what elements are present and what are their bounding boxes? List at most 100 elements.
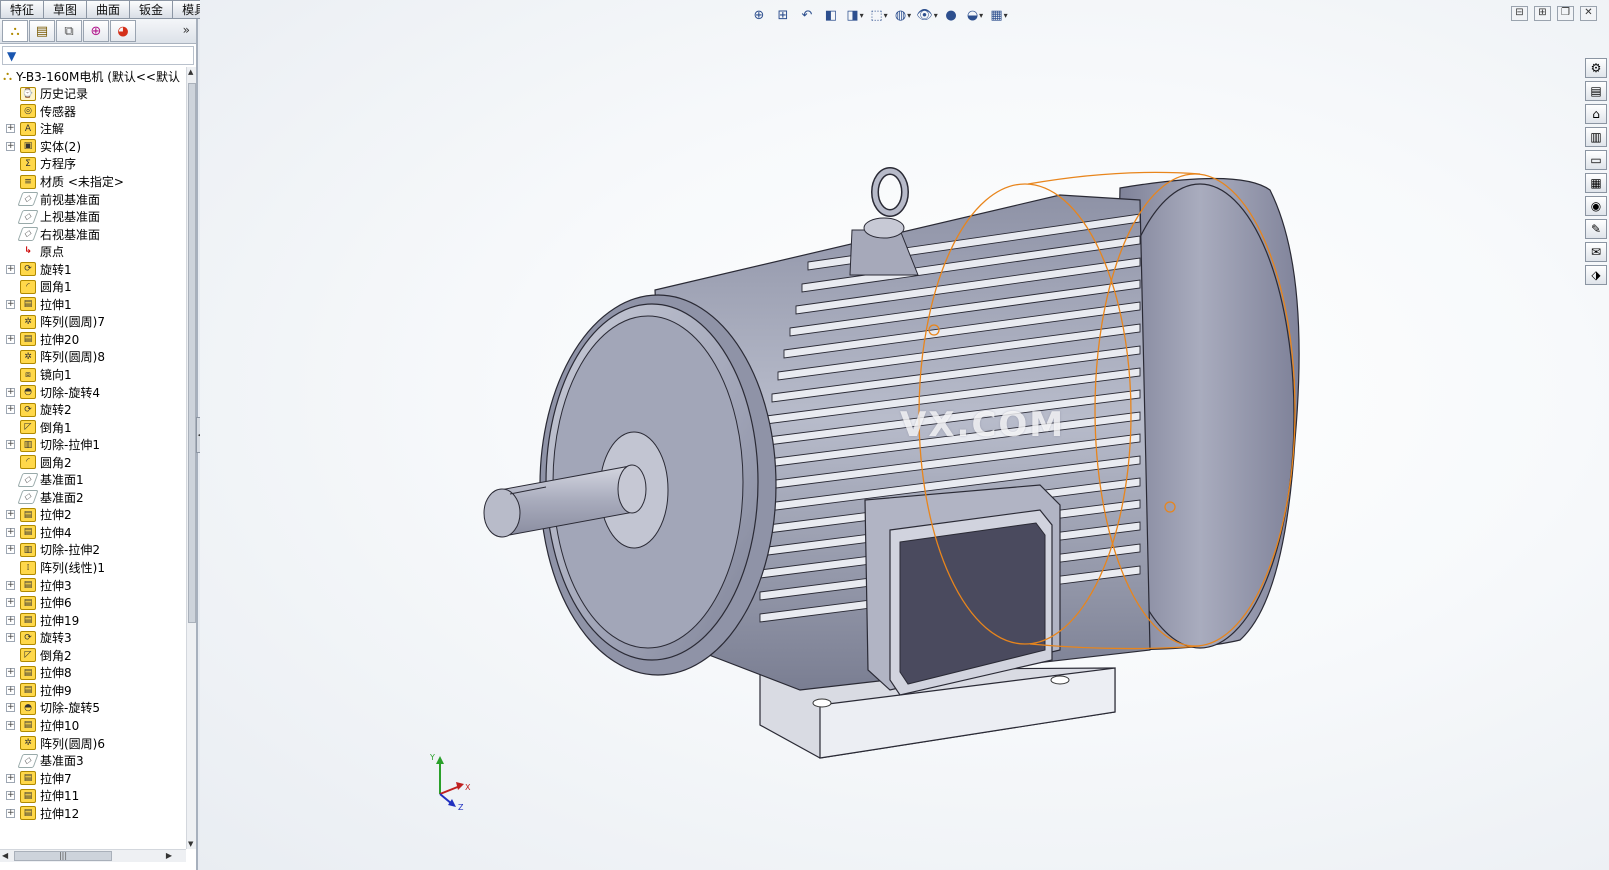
tree-item[interactable]: ◇ 右视基准面 [0, 225, 186, 243]
extrude-icon: ▤ [20, 771, 36, 786]
tree-item[interactable]: + A 注解 [0, 120, 186, 138]
tree-item[interactable]: ◸ 倒角2 [0, 647, 186, 665]
expand-toggle-icon[interactable]: + [6, 668, 15, 678]
expand-toggle-icon[interactable]: + [6, 545, 15, 555]
command-tab[interactable]: 草图 [44, 0, 88, 19]
tree-item[interactable]: ⌚ 历史记录 [0, 85, 186, 103]
display-manager-tab[interactable]: ◕ [110, 20, 136, 42]
expand-toggle-icon[interactable]: + [6, 299, 15, 309]
tree-item[interactable]: ◇ 基准面2 [0, 489, 186, 507]
extrude-icon: ▤ [20, 507, 36, 522]
expand-toggle-icon[interactable]: + [6, 720, 15, 730]
expand-toggle-icon[interactable]: + [6, 773, 15, 783]
watermark-text: VX.COM [900, 405, 1066, 445]
tree-item[interactable]: + ▤ 拉伸20 [0, 331, 186, 349]
tree-item[interactable]: ◇ 上视基准面 [0, 208, 186, 226]
expand-toggle-icon[interactable]: + [6, 580, 15, 590]
tree-item[interactable]: ✲ 阵列(圆周)7 [0, 313, 186, 331]
tree-item-label: 拉伸8 [40, 666, 72, 681]
expand-toggle-icon[interactable]: + [6, 808, 15, 818]
command-tab[interactable]: 特征 [0, 0, 45, 19]
expand-toggle-icon[interactable]: + [6, 334, 15, 344]
expand-toggle-icon[interactable]: + [6, 598, 15, 608]
scroll-left-arrow-icon[interactable]: ◀ [2, 851, 8, 860]
tree-item[interactable]: + ▤ 拉伸6 [0, 594, 186, 612]
tree-item[interactable]: ◇ 基准面1 [0, 471, 186, 489]
tree-item[interactable]: Σ 方程序 [0, 155, 186, 173]
panel-more-button[interactable]: » [183, 23, 190, 37]
triad-y-label: Y [429, 753, 435, 762]
tree-item[interactable]: + ▤ 拉伸9 [0, 682, 186, 700]
dimxpert-manager-tab[interactable]: ⊕ [83, 20, 109, 42]
scrollbar-thumb[interactable] [188, 83, 196, 623]
tree-item[interactable]: + ▤ 拉伸10 [0, 717, 186, 735]
tree-vertical-scrollbar[interactable]: ▲ ▼ [186, 67, 196, 849]
tree-item[interactable]: ◸ 倒角1 [0, 418, 186, 436]
expand-toggle-icon[interactable]: + [6, 264, 15, 274]
part-icon: ⛬ [3, 68, 13, 84]
expand-toggle-icon[interactable]: + [6, 510, 15, 520]
scrollbar-thumb-horizontal[interactable]: ||| [14, 851, 112, 861]
expand-toggle-icon[interactable]: + [6, 141, 15, 151]
expand-toggle-icon[interactable]: + [6, 440, 15, 450]
expand-toggle-icon[interactable]: + [6, 387, 15, 397]
tree-item-label: 材质 <未指定> [40, 175, 124, 189]
tree-filter[interactable]: ▼ [2, 46, 194, 65]
cut-extrude-icon: ▥ [20, 437, 36, 452]
expand-toggle-icon[interactable]: + [6, 633, 15, 643]
tree-item-label: 拉伸20 [40, 332, 80, 347]
tree-item[interactable]: + ▤ 拉伸7 [0, 769, 186, 787]
command-tab[interactable]: 钣金 [130, 0, 174, 19]
expand-toggle-icon[interactable]: + [6, 124, 15, 134]
tree-item-label: 拉伸9 [40, 683, 72, 698]
tree-item[interactable]: + ▣ 实体(2) [0, 138, 186, 156]
tree-horizontal-scrollbar[interactable]: ◀ ||| ▶ [0, 849, 186, 862]
scroll-right-arrow-icon[interactable]: ▶ [166, 851, 172, 860]
tree-item[interactable]: + ▤ 拉伸8 [0, 664, 186, 682]
tree-item[interactable]: + ⟳ 旋转3 [0, 629, 186, 647]
tree-item[interactable]: + ▤ 拉伸11 [0, 787, 186, 805]
scroll-up-arrow-icon[interactable]: ▲ [188, 68, 193, 76]
tree-item[interactable]: + ▤ 拉伸2 [0, 506, 186, 524]
tree-item[interactable]: + ◓ 切除-旋转5 [0, 699, 186, 717]
tree-item[interactable]: ↳ 原点 [0, 243, 186, 261]
tree-item[interactable]: + ▤ 拉伸4 [0, 524, 186, 542]
tree-item[interactable]: + ◓ 切除-旋转4 [0, 383, 186, 401]
tree-item[interactable]: ✲ 阵列(圆周)6 [0, 734, 186, 752]
expand-toggle-icon[interactable]: + [6, 703, 15, 713]
expand-toggle-icon[interactable]: + [6, 791, 15, 801]
tree-item[interactable]: + ▤ 拉伸3 [0, 576, 186, 594]
tree-root[interactable]: ⛬ Y-B3-160M电机 (默认<<默认 [0, 67, 186, 85]
expand-toggle-icon[interactable]: + [6, 615, 15, 625]
expand-toggle-icon[interactable]: + [6, 405, 15, 415]
circular-pattern-icon: ✲ [20, 736, 36, 750]
graphics-area[interactable]: ⊕⊞↶◧◨⬚◍👁●◒▦ ⊟⊞❐✕ ⚙▤⌂▥▭▦◉✎✉⬗ [200, 0, 1609, 870]
mirror-icon: ⧈ [20, 367, 36, 382]
tree-item[interactable]: ⁞ 阵列(线性)1 [0, 559, 186, 577]
tree-item[interactable]: + ▥ 切除-拉伸2 [0, 541, 186, 559]
tree-item[interactable]: ◜ 圆角1 [0, 278, 186, 296]
tree-item-label: 倒角2 [40, 648, 72, 663]
configuration-manager-tab[interactable]: ⧉ [56, 20, 82, 42]
expand-toggle-icon[interactable]: + [6, 527, 15, 537]
tree-item[interactable]: + ⟳ 旋转2 [0, 401, 186, 419]
tree-item[interactable]: ◇ 前视基准面 [0, 190, 186, 208]
tree-item[interactable]: ⧈ 镜向1 [0, 366, 186, 384]
property-manager-tab[interactable]: ▤ [29, 20, 55, 42]
expand-toggle-icon[interactable]: + [6, 685, 15, 695]
tree-item[interactable]: + ▥ 切除-拉伸1 [0, 436, 186, 454]
tree-item[interactable]: ≡ 材质 <未指定> [0, 173, 186, 191]
tree-item[interactable]: + ▤ 拉伸12 [0, 804, 186, 822]
tree-item-label: 拉伸7 [40, 771, 72, 786]
tree-item[interactable]: + ⟳ 旋转1 [0, 260, 186, 278]
scroll-down-arrow-icon[interactable]: ▼ [188, 840, 193, 848]
tree-item[interactable]: ✲ 阵列(圆周)8 [0, 348, 186, 366]
tree-item[interactable]: + ▤ 拉伸19 [0, 611, 186, 629]
feature-manager-tab[interactable]: ⛬ [2, 20, 28, 42]
command-tab[interactable]: 曲面 [87, 0, 131, 19]
tree-item[interactable]: ◜ 圆角2 [0, 453, 186, 471]
tree-item-label: 基准面2 [40, 490, 84, 505]
tree-item[interactable]: + ▤ 拉伸1 [0, 296, 186, 314]
tree-item[interactable]: ◎ 传感器 [0, 103, 186, 121]
tree-item[interactable]: ◇ 基准面3 [0, 752, 186, 770]
